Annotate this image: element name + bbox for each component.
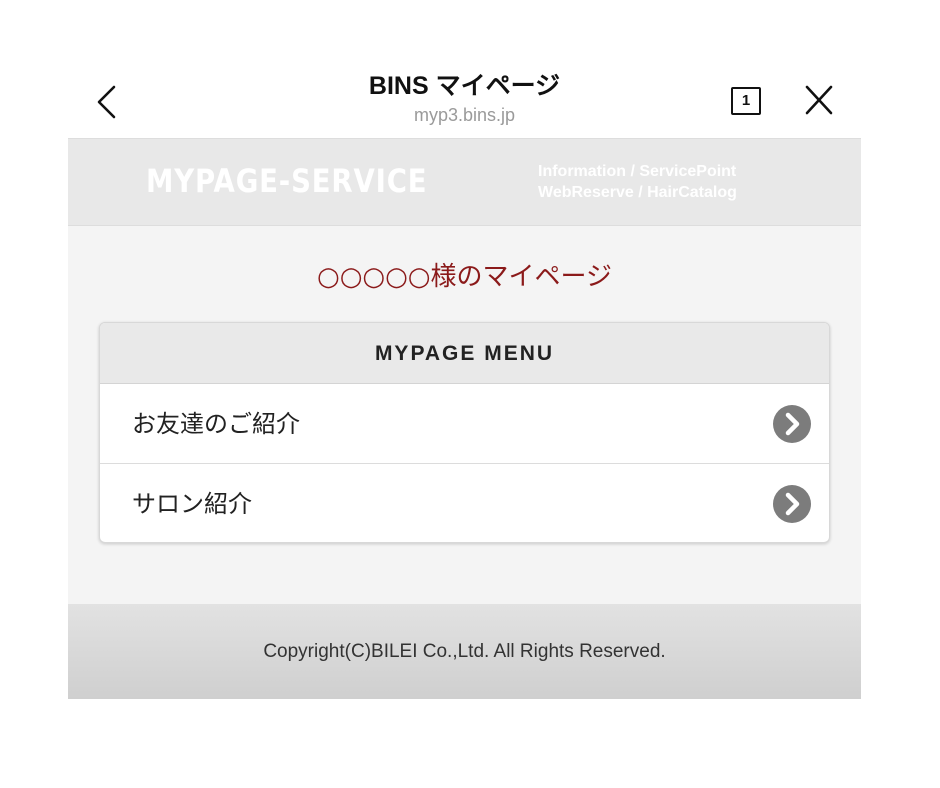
header-links-line-2[interactable]: WebReserve / HairCatalog: [538, 182, 737, 203]
header-links: Information / ServicePoint WebReserve / …: [538, 161, 737, 203]
close-icon[interactable]: [804, 84, 834, 116]
menu-item-salon-intro[interactable]: サロン紹介: [100, 464, 829, 542]
menu-item-friend-referral[interactable]: お友達のご紹介: [100, 384, 829, 464]
menu-item-label: サロン紹介: [132, 490, 252, 518]
copyright-text: Copyright(C)BILEI Co.,Ltd. All Rights Re…: [263, 641, 666, 662]
mypage-menu: MYPAGE MENU お友達のご紹介 サロン紹介: [99, 322, 830, 543]
menu-title: MYPAGE MENU: [100, 323, 829, 384]
site-header: MYPAGE-SERVICE Information / ServicePoin…: [68, 138, 861, 226]
footer: Copyright(C)BILEI Co.,Ltd. All Rights Re…: [68, 604, 861, 699]
page-title: ○○○○○様のマイページ: [317, 262, 612, 292]
tabs-count-icon[interactable]: 1: [731, 87, 761, 115]
browser-nav-bar: BINS マイページ myp3.bins.jp 1: [68, 58, 861, 138]
chevron-right-circle-icon: [773, 405, 811, 443]
main-content: ○○○○○様のマイページ MYPAGE MENU お友達のご紹介 サロン紹介: [68, 226, 861, 604]
menu-item-label: お友達のご紹介: [132, 410, 300, 438]
header-links-line-1[interactable]: Information / ServicePoint: [538, 161, 737, 182]
brand-logo[interactable]: MYPAGE-SERVICE: [146, 162, 427, 200]
chevron-right-circle-icon: [773, 485, 811, 523]
